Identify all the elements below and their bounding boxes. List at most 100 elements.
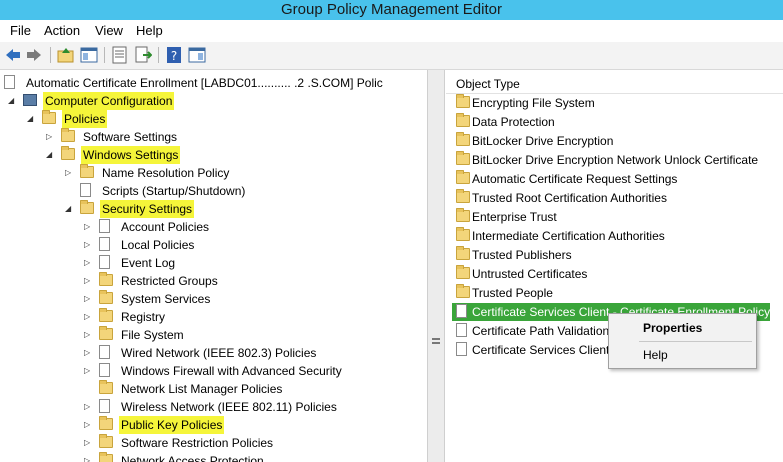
expand-arrow-icon[interactable]: ▷ xyxy=(84,438,92,448)
tree-node-label: Scripts (Startup/Shutdown) xyxy=(102,184,246,198)
expand-arrow-icon[interactable]: ▷ xyxy=(84,240,92,250)
collapse-arrow-icon[interactable]: ◢ xyxy=(65,204,73,214)
console-tree[interactable]: Automatic Certificate Enrollment [LABDC0… xyxy=(0,70,427,462)
list-item-label: BitLocker Drive Encryption Network Unloc… xyxy=(472,153,759,167)
action-pane-icon[interactable] xyxy=(188,46,206,64)
pane-splitter[interactable] xyxy=(427,70,445,462)
folder-icon xyxy=(456,246,470,260)
certificate-icon xyxy=(456,342,467,356)
expand-arrow-icon[interactable]: ▷ xyxy=(84,366,92,376)
collapse-arrow-icon[interactable]: ◢ xyxy=(27,114,35,124)
expand-arrow-icon[interactable]: ▷ xyxy=(84,330,92,340)
certificate-icon xyxy=(456,304,467,318)
column-header-object-type[interactable]: Object Type xyxy=(446,74,783,94)
list-item-label: Trusted Root Certification Authorities xyxy=(472,191,667,205)
expand-arrow-icon[interactable]: ▷ xyxy=(84,258,92,268)
folder-icon xyxy=(61,128,75,142)
list-item-label: Intermediate Certification Authorities xyxy=(472,229,665,243)
folder-icon xyxy=(42,110,56,124)
up-folder-icon[interactable] xyxy=(57,46,75,64)
list-item-label: Enterprise Trust xyxy=(472,210,557,224)
firewall-icon xyxy=(99,363,110,377)
forward-icon[interactable] xyxy=(25,46,43,64)
collapse-arrow-icon[interactable]: ◢ xyxy=(46,150,54,160)
context-menu-properties[interactable]: Properties xyxy=(643,321,702,335)
list-item-label: Untrusted Certificates xyxy=(472,267,588,281)
toolbar: ? xyxy=(0,42,783,70)
tree-node-label: File System xyxy=(121,328,184,342)
list-item-label: BitLocker Drive Encryption xyxy=(472,134,614,148)
toolbar-separator xyxy=(158,47,159,63)
list-item-label: Trusted People xyxy=(472,286,553,300)
folder-icon xyxy=(456,208,470,222)
list-item-label: Encrypting File System xyxy=(472,96,595,110)
splitter-grip xyxy=(432,342,440,344)
folder-icon xyxy=(99,380,113,394)
tree-node-label: Name Resolution Policy xyxy=(102,166,230,180)
policy-icon xyxy=(99,237,110,251)
menu-help[interactable]: Help xyxy=(136,23,163,38)
list-item-label: Certificate Services Client xyxy=(472,343,610,357)
folder-icon xyxy=(456,113,470,127)
export-list-icon[interactable] xyxy=(134,46,152,64)
tree-node-label: Event Log xyxy=(121,256,176,270)
toolbar-separator xyxy=(50,47,51,63)
network-icon xyxy=(99,345,110,359)
security-icon xyxy=(80,200,94,214)
toolbar-separator xyxy=(104,47,105,63)
expand-arrow-icon[interactable]: ▷ xyxy=(84,222,92,232)
list-item-label: Data Protection xyxy=(472,115,555,129)
folder-icon xyxy=(61,146,75,160)
show-hide-tree-icon[interactable] xyxy=(80,46,98,64)
menu-action[interactable]: Action xyxy=(44,23,80,38)
properties-icon[interactable] xyxy=(111,46,129,64)
expand-arrow-icon[interactable]: ▷ xyxy=(84,456,92,462)
context-menu: Properties Help xyxy=(608,313,757,369)
folder-icon xyxy=(456,151,470,165)
folder-icon xyxy=(456,227,470,241)
expand-arrow-icon[interactable]: ▷ xyxy=(84,276,92,286)
expand-arrow-icon[interactable]: ▷ xyxy=(84,294,92,304)
folder-icon xyxy=(456,170,470,184)
tree-node-label: Local Policies xyxy=(121,238,195,252)
back-icon[interactable] xyxy=(4,46,22,64)
details-pane[interactable]: Object Type Encrypting File System Data P… xyxy=(446,70,783,462)
tree-node-label: Wired Network (IEEE 802.3) Policies xyxy=(121,346,317,360)
menu-file[interactable]: File xyxy=(10,23,31,38)
lock-folder-icon xyxy=(99,308,113,322)
window-title: Group Policy Management Editor xyxy=(281,1,502,18)
menu-bar: File Action View Help xyxy=(0,20,783,42)
help-icon[interactable]: ? xyxy=(165,46,183,64)
list-item-label: Automatic Certificate Request Settings xyxy=(472,172,678,186)
certificate-icon xyxy=(456,323,467,337)
script-icon xyxy=(80,183,91,197)
tree-node-label: Windows Firewall with Advanced Security xyxy=(121,364,342,378)
context-menu-help[interactable]: Help xyxy=(643,348,668,362)
tree-node-label: Software Settings xyxy=(83,130,178,144)
tree-node-label: Network Access Protection xyxy=(121,454,264,462)
expand-arrow-icon[interactable]: ▷ xyxy=(84,420,92,430)
expand-arrow-icon[interactable]: ▷ xyxy=(84,402,92,412)
tree-node-label: Network List Manager Policies xyxy=(121,382,283,396)
title-bar: Group Policy Management Editor xyxy=(0,0,783,20)
folder-icon xyxy=(456,265,470,279)
tree-node-label: Security Settings xyxy=(100,200,195,218)
lock-folder-icon xyxy=(99,326,113,340)
tree-node-label: Registry xyxy=(121,310,166,324)
tree-root[interactable]: Automatic Certificate Enrollment [LABDC0… xyxy=(4,74,427,92)
expand-arrow-icon[interactable]: ▷ xyxy=(46,132,54,142)
expand-arrow-icon[interactable]: ▷ xyxy=(65,168,73,178)
lock-folder-icon xyxy=(99,290,113,304)
tree-node-label: Public Key Policies xyxy=(119,416,225,434)
folder-icon xyxy=(99,416,113,430)
folder-icon xyxy=(80,164,94,178)
tree-node-label: Computer Configuration xyxy=(43,92,175,110)
collapse-arrow-icon[interactable]: ◢ xyxy=(8,96,16,106)
policy-icon xyxy=(99,255,110,269)
svg-text:?: ? xyxy=(171,49,177,63)
expand-arrow-icon[interactable]: ▷ xyxy=(84,312,92,322)
tree-node-label: Account Policies xyxy=(121,220,210,234)
column-header-label: Object Type xyxy=(456,77,520,91)
menu-view[interactable]: View xyxy=(95,23,123,38)
expand-arrow-icon[interactable]: ▷ xyxy=(84,348,92,358)
